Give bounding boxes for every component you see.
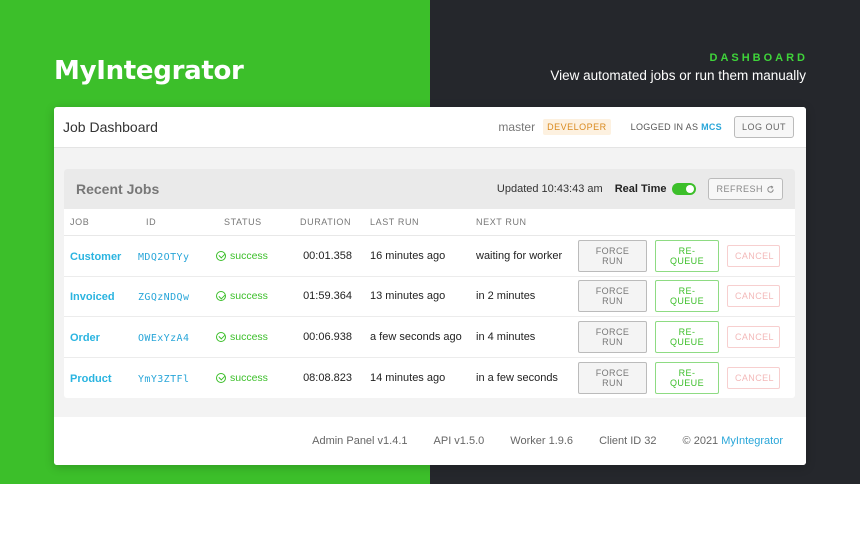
job-duration: 08:08.823 (303, 371, 352, 384)
job-duration: 00:01.358 (303, 249, 352, 262)
cancel-button[interactable]: CANCEL (727, 285, 780, 308)
job-next-run: waiting for worker (476, 249, 563, 262)
recent-jobs-header: Recent Jobs Updated 10:43:43 am Real Tim… (64, 169, 795, 209)
cancel-button[interactable]: CANCEL (727, 366, 780, 389)
copyright-brand-link[interactable]: MyIntegrator (721, 435, 783, 447)
force-run-button[interactable]: FORCE RUN (578, 361, 647, 394)
column-job: JOB (70, 217, 90, 227)
status-text: success (230, 290, 268, 303)
status-text: success (230, 249, 268, 262)
table-row: Order OWExYzA4 success 00:06.938 a few s… (64, 317, 795, 358)
table-row: Customer MDQ2OTYy success 00:01.358 16 m… (64, 236, 795, 277)
recent-jobs-title: Recent Jobs (76, 181, 160, 197)
status-badge: success (210, 290, 296, 302)
check-circle-icon (216, 372, 226, 383)
job-last-run: 16 minutes ago (370, 249, 446, 262)
worker-version: Worker 1.9.6 (510, 435, 574, 447)
card-header: Job Dashboard master DEVELOPER LOGGED IN… (54, 107, 806, 148)
column-status: STATUS (224, 217, 262, 227)
job-next-run: in 4 minutes (476, 330, 536, 343)
client-id: Client ID 32 (599, 435, 657, 447)
jobs-table-header: JOB ID STATUS DURATION LAST RUN NEXT RUN (64, 209, 795, 236)
brand-logo: MyIntegrator (54, 56, 244, 86)
branch-label: master (498, 120, 536, 134)
dashboard-card: Job Dashboard master DEVELOPER LOGGED IN… (54, 107, 806, 465)
copyright: © 2021 MyIntegrator (683, 435, 783, 447)
hero-eyebrow: DASHBOARD (709, 52, 808, 64)
check-circle-icon (216, 331, 226, 342)
refresh-icon (767, 185, 774, 193)
status-badge: success (210, 250, 296, 262)
job-name-link[interactable]: Invoiced (70, 291, 115, 303)
job-id: MDQ2OTYy (138, 251, 190, 263)
table-row: Invoiced ZGQzNDQw success 01:59.364 13 m… (64, 277, 795, 317)
check-circle-icon (216, 250, 226, 261)
page-title: Job Dashboard (63, 119, 158, 135)
job-name-link[interactable]: Customer (70, 251, 121, 263)
admin-panel-version: Admin Panel v1.4.1 (312, 435, 408, 447)
updated-timestamp: Updated 10:43:43 am (496, 183, 603, 195)
column-id: ID (146, 217, 157, 227)
status-text: success (230, 330, 268, 343)
copyright-prefix: © 2021 (682, 435, 719, 447)
job-next-run: in a few seconds (476, 371, 558, 384)
force-run-button[interactable]: FORCE RUN (578, 280, 647, 313)
requeue-button[interactable]: RE-QUEUE (655, 320, 719, 353)
force-run-button[interactable]: FORCE RUN (578, 320, 647, 353)
column-duration: DURATION (300, 217, 352, 227)
job-last-run: 13 minutes ago (370, 290, 446, 303)
force-run-button[interactable]: FORCE RUN (578, 239, 647, 272)
job-next-run: in 2 minutes (476, 290, 536, 303)
realtime-toggle[interactable] (672, 183, 697, 195)
logged-in-prefix: LOGGED IN AS (630, 122, 699, 132)
realtime-label: Real Time (614, 183, 667, 195)
job-last-run: 14 minutes ago (370, 371, 446, 384)
status-badge: success (210, 331, 296, 343)
recent-jobs-panel: Recent Jobs Updated 10:43:43 am Real Tim… (64, 169, 795, 398)
column-last-run: LAST RUN (370, 217, 420, 227)
logged-in-status: LOGGED IN AS MCS (631, 122, 722, 132)
requeue-button[interactable]: RE-QUEUE (655, 361, 719, 394)
cancel-button[interactable]: CANCEL (727, 244, 780, 267)
hero-subtitle: View automated jobs or run them manually (550, 68, 806, 83)
status-badge: success (210, 372, 296, 384)
table-row: Product YmY3ZTFl success 08:08.823 14 mi… (64, 358, 795, 399)
logged-in-user: MCS (701, 122, 722, 132)
footer: Admin Panel v1.4.1 API v1.5.0 Worker 1.9… (54, 417, 806, 465)
api-version: API v1.5.0 (433, 435, 485, 447)
role-badge: DEVELOPER (543, 119, 611, 135)
job-id: YmY3ZTFl (138, 373, 190, 385)
job-name-link[interactable]: Product (70, 373, 112, 385)
job-id: OWExYzA4 (138, 332, 190, 344)
job-last-run: a few seconds ago (370, 330, 462, 343)
job-name-link[interactable]: Order (70, 332, 100, 344)
job-duration: 01:59.364 (303, 290, 352, 303)
requeue-button[interactable]: RE-QUEUE (655, 239, 719, 272)
requeue-button[interactable]: RE-QUEUE (655, 280, 719, 313)
status-text: success (230, 371, 268, 384)
logout-button[interactable]: LOG OUT (733, 116, 794, 138)
refresh-label: REFRESH (716, 184, 763, 194)
refresh-button[interactable]: REFRESH (708, 178, 783, 200)
page: MyIntegrator DASHBOARD View automated jo… (0, 0, 860, 560)
column-next-run: NEXT RUN (476, 217, 527, 227)
job-id: ZGQzNDQw (138, 292, 190, 304)
cancel-button[interactable]: CANCEL (727, 325, 780, 348)
job-duration: 00:06.938 (303, 330, 352, 343)
check-circle-icon (216, 291, 226, 302)
